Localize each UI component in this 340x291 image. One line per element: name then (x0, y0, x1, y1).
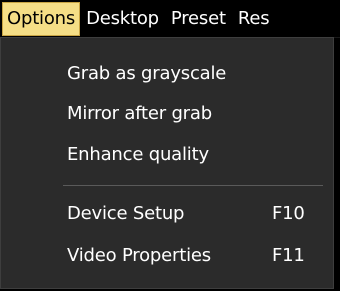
menu-item-device-setup[interactable]: Device Setup F10 (67, 194, 317, 234)
menu-bar: Options Desktop Preset Res (0, 0, 340, 38)
menu-item-mirror-after-grab[interactable]: Mirror after grab (67, 94, 317, 134)
menu-desktop[interactable]: Desktop (80, 0, 165, 37)
menu-item-shortcut: F10 (272, 203, 305, 224)
menu-options[interactable]: Options (2, 1, 81, 36)
menu-res[interactable]: Res (232, 0, 276, 37)
menu-item-label: Mirror after grab (67, 103, 212, 124)
menu-item-label: Enhance quality (67, 144, 209, 165)
options-dropdown-menu: Grab as grayscale Mirror after grab Enha… (0, 37, 334, 289)
menu-item-label: Device Setup (67, 203, 185, 224)
menu-item-label: Video Properties (67, 245, 211, 266)
menu-preset[interactable]: Preset (165, 0, 232, 37)
menu-item-label: Grab as grayscale (67, 63, 227, 84)
menu-separator (63, 185, 323, 186)
menu-item-enhance-quality[interactable]: Enhance quality (67, 135, 317, 175)
menu-item-grab-grayscale[interactable]: Grab as grayscale (67, 54, 317, 94)
menu-item-video-properties[interactable]: Video Properties F11 (67, 236, 317, 276)
menu-item-shortcut: F11 (272, 245, 305, 266)
